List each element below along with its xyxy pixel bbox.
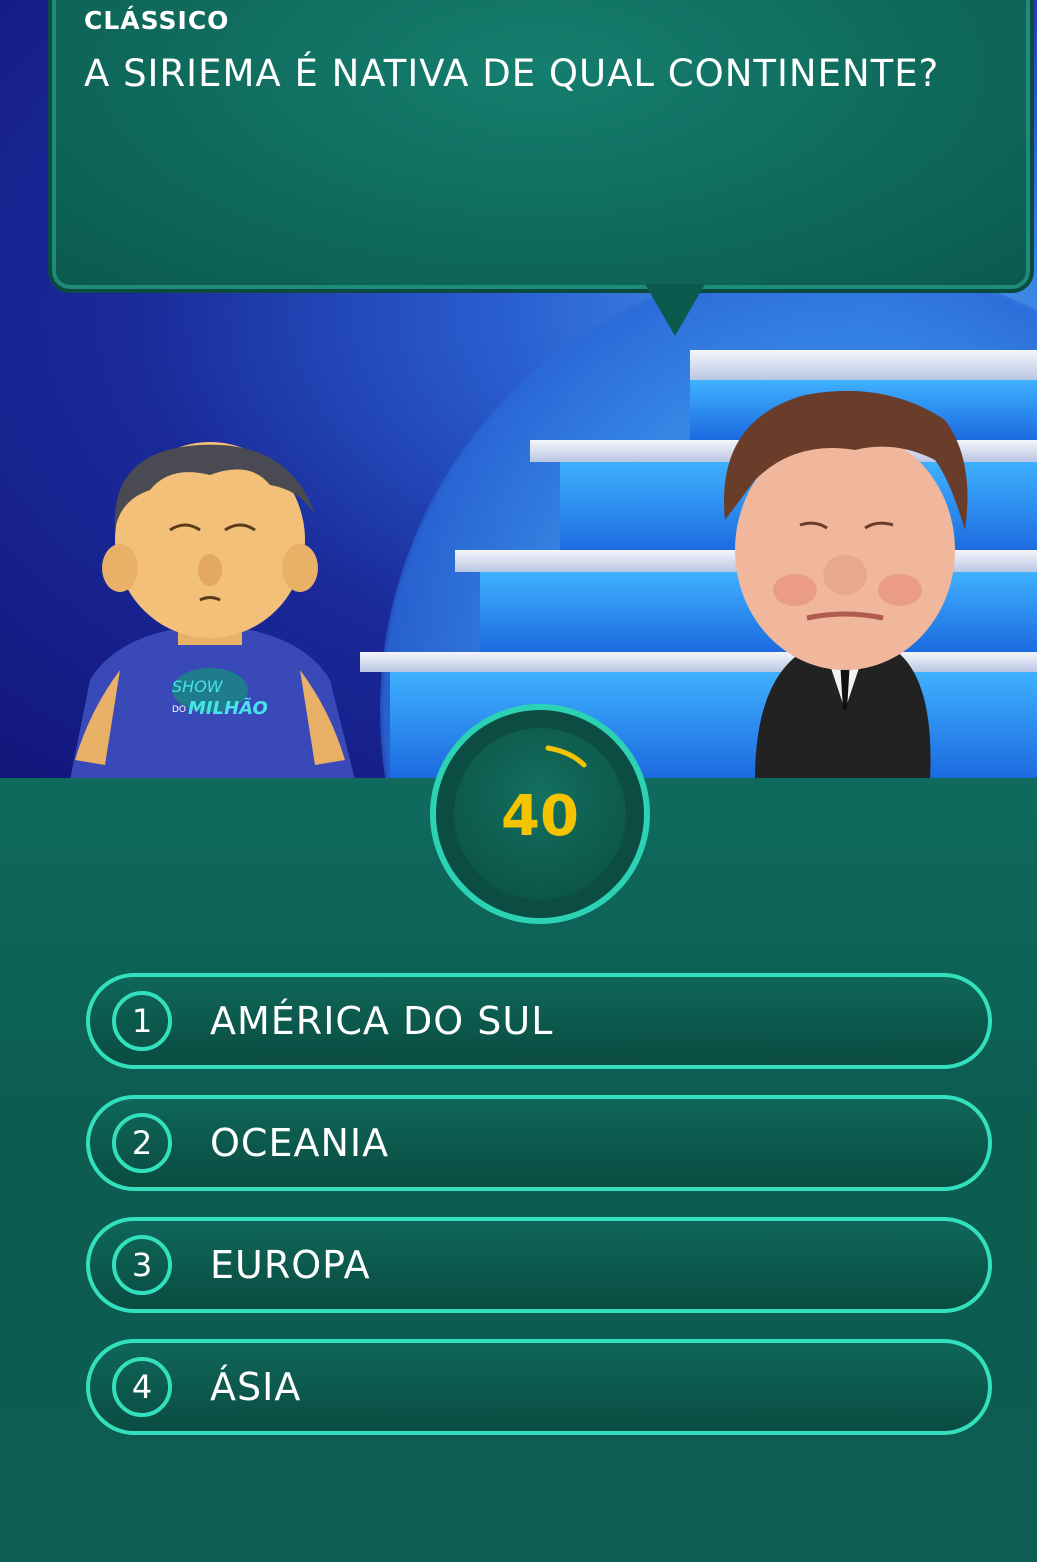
shirt-logo-do: DO [172,705,186,715]
answer-option-4[interactable]: 4 ÁSIA [86,1339,992,1435]
answer-label: OCEANIA [210,1121,390,1165]
host-avatar [724,390,968,780]
question-bubble-tail [645,284,705,336]
answer-label: EUROPA [210,1243,371,1287]
category-label: CLÁSSICO [84,6,230,35]
contestant-avatar: SHOW DO MILHÃO [70,442,355,780]
answer-number: 1 [112,991,172,1051]
shirt-logo-milhao: MILHÃO [188,696,268,719]
answer-number: 4 [112,1357,172,1417]
answer-number: 2 [112,1113,172,1173]
answer-option-1[interactable]: 1 AMÉRICA DO SUL [86,973,992,1069]
answer-label: ÁSIA [210,1365,302,1409]
stage-step [690,350,1037,380]
answer-label: AMÉRICA DO SUL [210,999,554,1043]
shirt-logo-show: SHOW [172,677,224,696]
timer-value: 40 [501,784,579,849]
question-text: A SIRIEMA É NATIVA DE QUAL CONTINENTE? [84,52,940,95]
answer-option-2[interactable]: 2 OCEANIA [86,1095,992,1191]
countdown-timer: 40 [430,704,650,924]
answer-option-3[interactable]: 3 EUROPA [86,1217,992,1313]
answer-number: 3 [112,1235,172,1295]
question-bubble: CLÁSSICO A SIRIEMA É NATIVA DE QUAL CONT… [48,0,1034,293]
